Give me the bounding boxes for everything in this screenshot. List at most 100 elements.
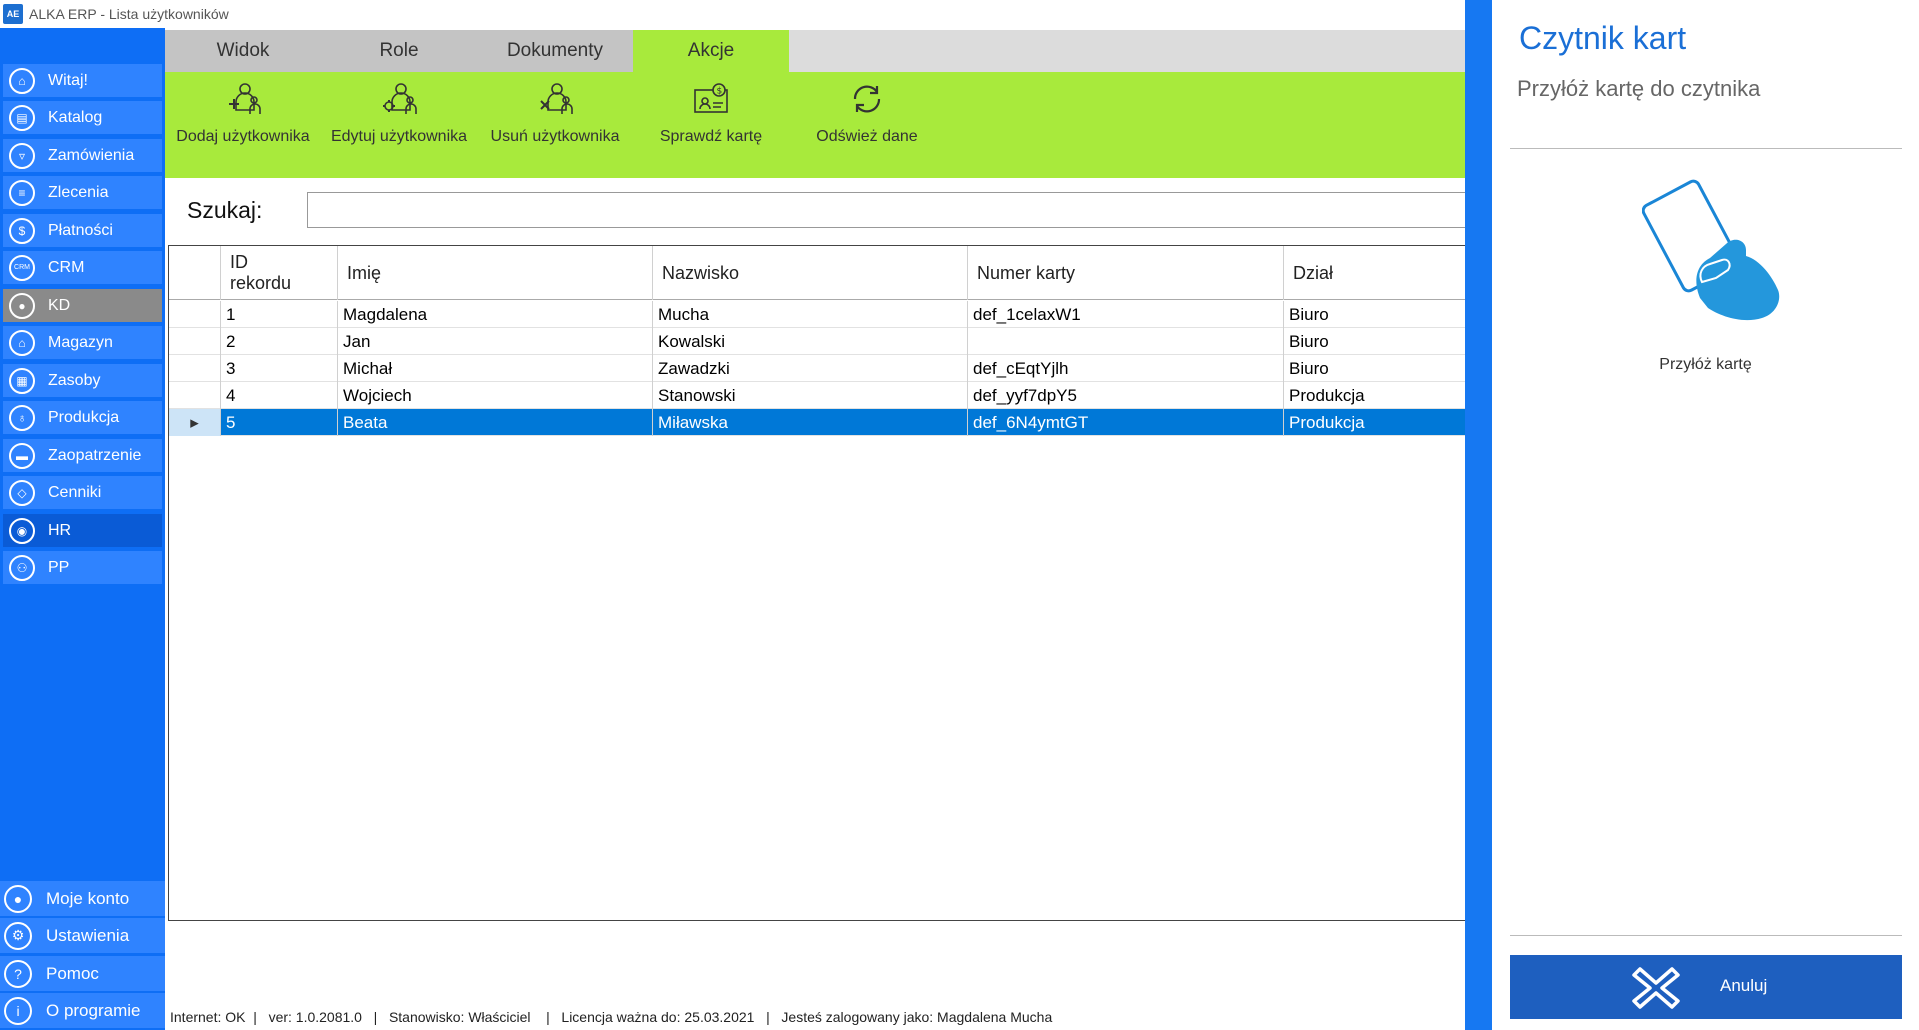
cell-nazwisko: Mucha bbox=[653, 301, 968, 328]
cell-numer-karty: def_1celaxW1 bbox=[968, 301, 1284, 328]
box-icon: ▦ bbox=[9, 367, 35, 394]
cell-nazwisko: Zawadzki bbox=[653, 355, 968, 382]
sidebar-item-pomoc[interactable]: ? Pomoc bbox=[0, 956, 165, 991]
cell-numer-karty: def_6N4ymtGT bbox=[968, 409, 1284, 436]
cell-id: 5 bbox=[221, 409, 338, 436]
column-header-nazwisko[interactable]: Nazwisko bbox=[653, 246, 968, 300]
check-card-button[interactable]: $ Sprawdź kartę bbox=[633, 72, 789, 178]
cell-nazwisko: Stanowski bbox=[653, 382, 968, 409]
help-icon: ? bbox=[4, 959, 32, 988]
table-row[interactable]: 1 Magdalena Mucha def_1celaxW1 Biuro bbox=[169, 301, 1465, 328]
row-selector-icon[interactable]: ▸ bbox=[169, 409, 221, 436]
hr-icon: ◉ bbox=[9, 517, 35, 544]
search-input[interactable] bbox=[307, 192, 1465, 228]
sidebar-item-zamowienia[interactable]: ▿ Zamówienia bbox=[3, 139, 162, 172]
row-header[interactable] bbox=[169, 382, 221, 409]
column-header-imie[interactable]: Imię bbox=[338, 246, 653, 300]
sidebar-item-label: Magazyn bbox=[48, 333, 113, 351]
sidebar-item-katalog[interactable]: ▤ Katalog bbox=[3, 101, 162, 134]
refresh-label: Odśwież dane bbox=[816, 128, 918, 145]
sidebar-item-label: Ustawienia bbox=[46, 925, 130, 945]
list-icon: ≡ bbox=[9, 179, 35, 206]
sidebar-item-label: O programie bbox=[46, 1000, 141, 1020]
column-header-id[interactable]: ID rekordu bbox=[221, 246, 338, 300]
sidebar-item-label: Zaopatrzenie bbox=[48, 446, 142, 464]
factory-icon: ♁ bbox=[9, 404, 35, 431]
column-header-label: ID bbox=[230, 252, 248, 272]
table-row[interactable]: 3 Michał Zawadzki def_cEqtYjlh Biuro bbox=[169, 355, 1465, 382]
table-header: ID rekordu Imię Nazwisko Numer karty Dzi… bbox=[169, 246, 1465, 300]
table-row-selected[interactable]: ▸ 5 Beata Miławska def_6N4ymtGT Produkcj… bbox=[169, 409, 1465, 436]
cell-imie: Michał bbox=[338, 355, 653, 382]
tab-akcje[interactable]: Akcje bbox=[633, 30, 789, 72]
sidebar-item-crm[interactable]: CRM CRM bbox=[3, 251, 162, 284]
hand-card-icon bbox=[1642, 179, 1780, 321]
delete-user-button[interactable]: Usuń użytkownika bbox=[477, 72, 633, 178]
tab-role[interactable]: Role bbox=[321, 30, 477, 72]
tab-widok[interactable]: Widok bbox=[165, 30, 321, 72]
sidebar-item-label: CRM bbox=[48, 258, 85, 276]
cell-dzial: Produkcja bbox=[1289, 385, 1365, 405]
sidebar-item-zaopatrzenie[interactable]: ▬ Zaopatrzenie bbox=[3, 439, 162, 472]
sidebar-item-witaj[interactable]: ⌂ Witaj! bbox=[3, 64, 162, 97]
sidebar-item-platnosci[interactable]: $ Płatności bbox=[3, 214, 162, 247]
sidebar-item-label: Pomoc bbox=[46, 963, 99, 983]
refresh-button[interactable]: Odśwież dane bbox=[789, 72, 945, 178]
table-row[interactable]: 2 Jan Kowalski Biuro bbox=[169, 328, 1465, 355]
dollar-icon: $ bbox=[9, 217, 35, 244]
panel-divider-bottom bbox=[1510, 935, 1902, 936]
sidebar-item-moje-konto[interactable]: ● Moje konto bbox=[0, 881, 165, 916]
sidebar-item-pp[interactable]: ⚇ PP bbox=[3, 551, 162, 584]
cell-dzial: Biuro bbox=[1289, 331, 1329, 351]
crm-icon: CRM bbox=[9, 254, 35, 281]
table-row[interactable]: 4 Wojciech Stanowski def_yyf7dpY5 Produk… bbox=[169, 382, 1465, 409]
sidebar-item-label: HR bbox=[48, 521, 72, 539]
warehouse-icon: ⌂ bbox=[9, 329, 35, 356]
sidebar-item-magazyn[interactable]: ⌂ Magazyn bbox=[3, 326, 162, 359]
sidebar-item-zlecenia[interactable]: ≡ Zlecenia bbox=[3, 176, 162, 209]
sidebar-item-label: Zlecenia bbox=[48, 183, 109, 201]
check-card-icon: $ bbox=[694, 83, 728, 113]
cell-id: 1 bbox=[221, 301, 338, 328]
row-header[interactable] bbox=[169, 355, 221, 382]
sidebar-item-o-programie[interactable]: i O programie bbox=[0, 993, 165, 1028]
pp-icon: ⚇ bbox=[9, 554, 35, 581]
cell-imie: Jan bbox=[338, 328, 653, 355]
sidebar-item-cenniki[interactable]: ◇ Cenniki bbox=[3, 476, 162, 509]
sidebar-item-zasoby[interactable]: ▦ Zasoby bbox=[3, 364, 162, 397]
row-header[interactable] bbox=[169, 328, 221, 355]
window-title: ALKA ERP - Lista użytkowników bbox=[29, 6, 229, 22]
cell-imie: Wojciech bbox=[338, 382, 653, 409]
sidebar-item-ustawienia[interactable]: ⚙ Ustawienia bbox=[0, 918, 165, 953]
row-header[interactable] bbox=[169, 301, 221, 328]
cancel-label: Anuluj bbox=[1720, 976, 1768, 995]
tab-dokumenty[interactable]: Dokumenty bbox=[477, 30, 633, 72]
user-icon: ● bbox=[4, 884, 32, 913]
cell-id: 2 bbox=[221, 328, 338, 355]
column-header-numer-karty[interactable]: Numer karty bbox=[968, 246, 1284, 300]
edit-user-label: Edytuj użytkownika bbox=[330, 128, 468, 145]
cell-id: 4 bbox=[221, 382, 338, 409]
tab-bar: Widok Role Dokumenty Akcje bbox=[165, 30, 1465, 72]
column-header-dzial[interactable]: Dział bbox=[1284, 246, 1464, 300]
cell-numer-karty: def_cEqtYjlh bbox=[968, 355, 1284, 382]
card-reader-panel: Czytnik kart Przyłóż kartę do czytnika P… bbox=[1492, 0, 1919, 1030]
sidebar-item-label: Zamówienia bbox=[48, 146, 135, 164]
users-table: ID rekordu Imię Nazwisko Numer karty Dzi… bbox=[168, 245, 1465, 921]
close-icon bbox=[1632, 967, 1680, 1009]
book-icon: ▤ bbox=[9, 104, 35, 131]
tag-icon: ◇ bbox=[9, 479, 35, 506]
sidebar-item-label: Witaj! bbox=[48, 71, 88, 89]
delete-user-icon bbox=[540, 83, 573, 114]
cell-nazwisko: Miławska bbox=[653, 409, 968, 436]
edit-user-button[interactable]: Edytuj użytkownika bbox=[321, 72, 477, 178]
sidebar-item-label: Moje konto bbox=[46, 888, 130, 908]
panel-title: Czytnik kart bbox=[1519, 20, 1687, 56]
row-header-corner bbox=[169, 246, 221, 300]
cancel-button[interactable]: Anuluj bbox=[1510, 955, 1902, 1019]
check-card-label: Sprawdź kartę bbox=[659, 128, 763, 145]
sidebar-item-hr[interactable]: ◉ HR bbox=[3, 514, 162, 547]
sidebar-item-kd[interactable]: ● KD bbox=[3, 289, 162, 322]
sidebar-item-produkcja[interactable]: ♁ Produkcja bbox=[3, 401, 162, 434]
add-user-button[interactable]: Dodaj użytkownika bbox=[165, 72, 321, 178]
